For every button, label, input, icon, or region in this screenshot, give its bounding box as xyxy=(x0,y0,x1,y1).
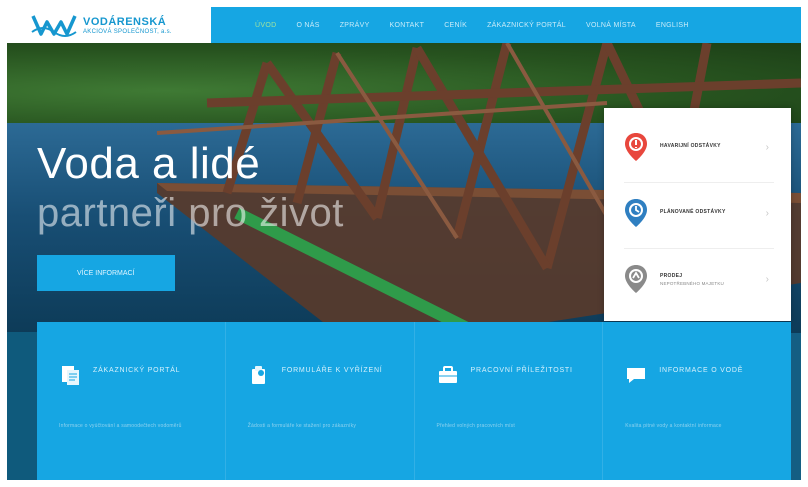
card-divider xyxy=(624,248,774,249)
hero-subtitle: partneři pro život xyxy=(37,191,344,235)
service-description: Informace o vyúčtování a samoodečtech vo… xyxy=(59,423,182,429)
more-info-button[interactable]: VÍCE INFORMACÍ xyxy=(37,255,175,291)
chat-icon xyxy=(627,368,646,383)
service-title: PRACOVNÍ PŘÍLEŽITOSTI xyxy=(470,367,573,374)
card-sub: NEPOTŘEBNÉHO MAJETKU xyxy=(660,280,725,286)
main-nav: ÚVOD O NÁS ZPRÁVY KONTAKT CENÍK ZÁKAZNIC… xyxy=(255,7,689,43)
card-label: HAVARIJNÍ ODSTÁVKY xyxy=(660,143,721,149)
card-label: PRODEJ xyxy=(660,272,683,279)
chevron-right-icon: › xyxy=(765,273,769,285)
hero-title: Voda a lidé xyxy=(37,139,261,188)
service-prilezitosti[interactable]: PRACOVNÍ PŘÍLEŽITOSTI Přehled volných pr… xyxy=(415,322,604,480)
nav-item-english[interactable]: ENGLISH xyxy=(656,22,689,29)
logo[interactable]: VODÁRENSKÁ AKCIOVÁ SPOLEČNOST, a.s. xyxy=(7,7,211,43)
briefcase-icon xyxy=(438,366,457,383)
card-item-havarijni[interactable]: HAVARIJNÍ ODSTÁVKY › xyxy=(604,122,791,172)
nav-item-kontakt[interactable]: KONTAKT xyxy=(390,22,425,29)
location-pin-icon xyxy=(625,199,647,227)
nav-item-o-nas[interactable]: O NÁS xyxy=(296,22,319,29)
card-label: PLÁNOVANÉ ODSTÁVKY xyxy=(660,209,726,215)
card-item-planovane[interactable]: PLÁNOVANÉ ODSTÁVKY › xyxy=(604,188,791,238)
brand-name: VODÁRENSKÁ xyxy=(83,15,167,28)
nav-item-portal[interactable]: ZÁKAZNICKÝ PORTÁL xyxy=(487,22,566,29)
service-title: INFORMACE O VODĚ xyxy=(659,367,744,374)
service-informace[interactable]: INFORMACE O VODĚ Kvalita pitné vody a ko… xyxy=(603,322,791,480)
service-description: Kvalita pitné vody a kontaktní informace xyxy=(625,423,722,429)
nav-item-zpravy[interactable]: ZPRÁVY xyxy=(340,22,370,29)
service-title: ZÁKAZNICKÝ PORTÁL xyxy=(93,367,181,374)
outage-card: HAVARIJNÍ ODSTÁVKY › PLÁNOVANÉ ODSTÁVKY … xyxy=(604,108,791,321)
nav-item-uvod[interactable]: ÚVOD xyxy=(255,22,276,29)
nav-item-volna-mista[interactable]: VOLNÁ MÍSTA xyxy=(586,22,636,29)
site-header: VODÁRENSKÁ AKCIOVÁ SPOLEČNOST, a.s. ÚVOD… xyxy=(7,7,801,43)
location-pin-icon xyxy=(625,133,647,161)
chevron-right-icon: › xyxy=(765,207,769,219)
nav-item-cenik[interactable]: CENÍK xyxy=(444,22,467,29)
service-formulare[interactable]: FORMULÁŘE K VYŘÍZENÍ Žádosti a formuláře… xyxy=(226,322,415,480)
left-strip xyxy=(7,332,37,480)
form-icon xyxy=(251,366,265,384)
services-panel: ZÁKAZNICKÝ PORTÁL Informace o vyúčtování… xyxy=(37,322,791,480)
card-item-prodej[interactable]: PRODEJ NEPOTŘEBNÉHO MAJETKU › xyxy=(604,254,791,304)
logo-wave-icon xyxy=(31,15,77,37)
page-frame: VODÁRENSKÁ AKCIOVÁ SPOLEČNOST, a.s. ÚVOD… xyxy=(7,7,801,480)
service-zakaznicky-portal[interactable]: ZÁKAZNICKÝ PORTÁL Informace o vyúčtování… xyxy=(37,322,226,480)
document-icon xyxy=(62,366,79,385)
service-description: Žádosti a formuláře ke stažení pro zákaz… xyxy=(247,423,357,429)
service-title: FORMULÁŘE K VYŘÍZENÍ xyxy=(281,367,383,374)
right-strip xyxy=(791,333,801,480)
chevron-right-icon: › xyxy=(765,141,769,153)
location-pin-icon xyxy=(625,265,647,293)
card-divider xyxy=(624,182,774,183)
service-description: Přehled volných pracovních míst xyxy=(436,423,515,429)
brand-subtitle: AKCIOVÁ SPOLEČNOST, a.s. xyxy=(83,28,172,35)
